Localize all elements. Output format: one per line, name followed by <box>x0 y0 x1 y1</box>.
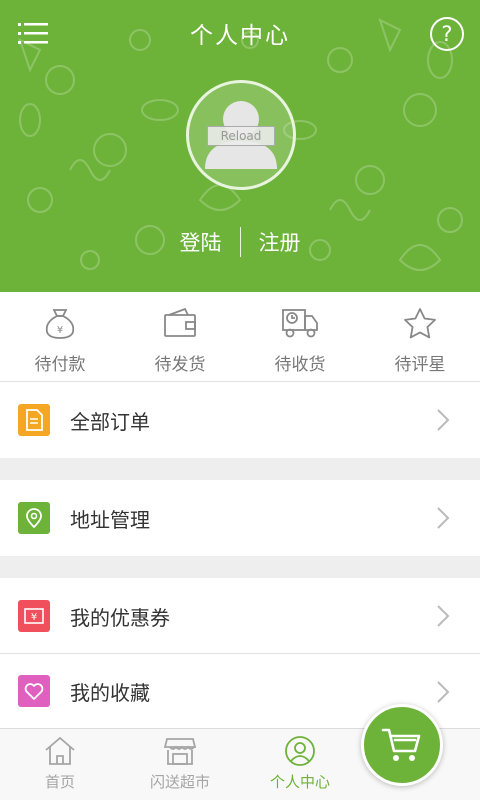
menu-icon <box>18 23 48 44</box>
heart-icon <box>18 675 50 707</box>
status-pending-payment[interactable]: ¥ 待付款 <box>0 292 120 381</box>
status-pending-review[interactable]: 待评星 <box>360 292 480 381</box>
chevron-right-icon <box>437 681 450 703</box>
shopping-cart-button[interactable] <box>361 704 443 786</box>
section-gap <box>0 458 480 480</box>
status-label: 待评星 <box>394 355 446 375</box>
chevron-right-icon <box>437 605 450 627</box>
svg-text:¥: ¥ <box>57 325 63 336</box>
nav-label: 个人中心 <box>269 773 330 791</box>
chevron-right-icon <box>437 409 450 431</box>
status-pending-receipt[interactable]: 待收货 <box>240 292 360 381</box>
chevron-right-icon <box>437 507 450 529</box>
status-label: 待发货 <box>154 355 206 375</box>
help-button[interactable]: ? <box>430 17 464 51</box>
wallet-icon <box>164 307 196 337</box>
user-circle-icon <box>285 736 315 766</box>
star-icon <box>404 308 436 339</box>
money-bag-icon: ¥ <box>45 309 75 339</box>
register-link[interactable]: 注册 <box>255 227 305 257</box>
auth-divider <box>239 227 241 257</box>
order-status-bar: ¥ 待付款 待发货 待收货 待评星 <box>0 292 480 382</box>
row-label: 我的收藏 <box>70 680 150 705</box>
home-icon <box>45 736 75 765</box>
status-pending-shipment[interactable]: 待发货 <box>120 292 240 381</box>
row-label: 全部订单 <box>70 409 150 434</box>
storefront-icon <box>163 738 197 765</box>
coupon-icon: ¥ <box>18 600 50 632</box>
nav-label: 闪送超市 <box>149 773 210 791</box>
menu-button[interactable] <box>14 18 52 50</box>
nav-home[interactable]: 首页 <box>0 729 120 800</box>
status-label: 待收货 <box>274 355 326 375</box>
delivery-truck-icon <box>282 309 318 338</box>
section-gap <box>0 556 480 578</box>
reload-label: Reload <box>207 126 275 146</box>
location-pin-icon <box>18 502 50 534</box>
status-label: 待付款 <box>34 355 86 375</box>
nav-personal-center[interactable]: 个人中心 <box>240 729 360 800</box>
order-document-icon <box>18 404 50 436</box>
svg-text:¥: ¥ <box>31 612 37 623</box>
help-icon: ? <box>441 22 453 46</box>
profile-header: 个人中心 ? Reload 登陆 注册 <box>0 0 480 292</box>
shopping-cart-icon <box>381 728 421 761</box>
row-label: 地址管理 <box>70 507 150 532</box>
auth-links: 登陆 注册 <box>0 226 480 258</box>
nav-flash-supermarket[interactable]: 闪送超市 <box>120 729 240 800</box>
row-label: 我的优惠券 <box>70 605 170 630</box>
address-management-row[interactable]: 地址管理 <box>0 480 480 556</box>
all-orders-row[interactable]: 全部订单 <box>0 382 480 458</box>
avatar[interactable]: Reload <box>186 80 296 190</box>
nav-label: 首页 <box>44 773 75 791</box>
coupons-row[interactable]: ¥ 我的优惠券 <box>0 578 480 654</box>
login-link[interactable]: 登陆 <box>176 227 226 257</box>
